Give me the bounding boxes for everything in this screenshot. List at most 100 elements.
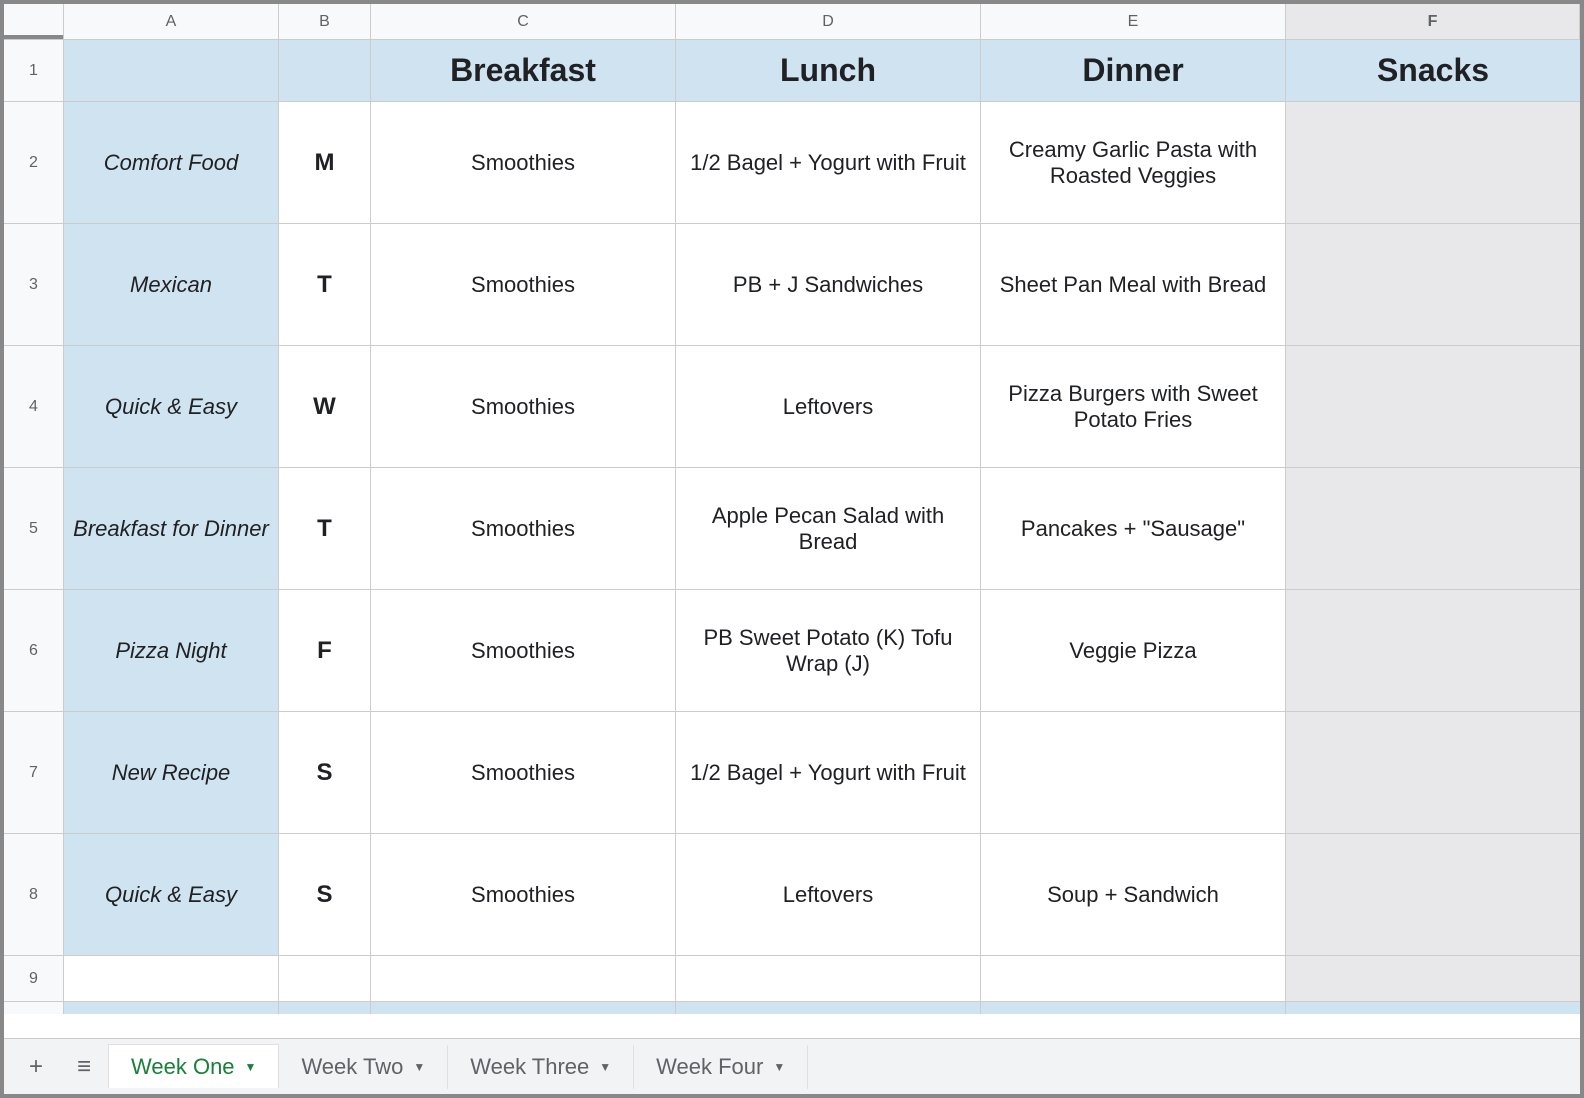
cell-F1[interactable]: Snacks: [1286, 40, 1580, 101]
tab-week-one[interactable]: Week One ▼: [108, 1044, 279, 1088]
cell-F9[interactable]: [1286, 956, 1580, 1001]
cell-A4[interactable]: Quick & Easy: [64, 346, 279, 467]
cell-A3[interactable]: Mexican: [64, 224, 279, 345]
chevron-down-icon: ▼: [245, 1060, 257, 1074]
tab-week-four[interactable]: Week Four ▼: [634, 1045, 808, 1089]
col-header-A[interactable]: A: [64, 4, 279, 39]
row-header-7[interactable]: 7: [4, 712, 64, 833]
cell-B5[interactable]: T: [279, 468, 371, 589]
cell-A5[interactable]: Breakfast for Dinner: [64, 468, 279, 589]
row-header-5[interactable]: 5: [4, 468, 64, 589]
cell-B9[interactable]: [279, 956, 371, 1001]
cell-D10[interactable]: [676, 1002, 981, 1014]
col-header-E[interactable]: E: [981, 4, 1286, 39]
cell-E10[interactable]: [981, 1002, 1286, 1014]
cell-C4[interactable]: Smoothies: [371, 346, 676, 467]
row-header-8[interactable]: 8: [4, 834, 64, 955]
cell-C6[interactable]: Smoothies: [371, 590, 676, 711]
cell-E2[interactable]: Creamy Garlic Pasta with Roasted Veggies: [981, 102, 1286, 223]
cell-B4[interactable]: W: [279, 346, 371, 467]
cell-B6[interactable]: F: [279, 590, 371, 711]
tab-week-three[interactable]: Week Three ▼: [448, 1045, 634, 1089]
row-header-2[interactable]: 2: [4, 102, 64, 223]
cell-D4[interactable]: Leftovers: [676, 346, 981, 467]
row-header-9[interactable]: 9: [4, 956, 64, 1001]
cell-E8[interactable]: Soup + Sandwich: [981, 834, 1286, 955]
cell-A8[interactable]: Quick & Easy: [64, 834, 279, 955]
cell-A7[interactable]: New Recipe: [64, 712, 279, 833]
cell-C5[interactable]: Smoothies: [371, 468, 676, 589]
cell-C10[interactable]: [371, 1002, 676, 1014]
cell-D6[interactable]: PB Sweet Potato (K) Tofu Wrap (J): [676, 590, 981, 711]
cell-E6[interactable]: Veggie Pizza: [981, 590, 1286, 711]
plus-icon: +: [29, 1053, 43, 1081]
cell-E5[interactable]: Pancakes + "Sausage": [981, 468, 1286, 589]
cell-B1[interactable]: [279, 40, 371, 101]
column-headers-row: A B C D E F: [4, 4, 1580, 40]
tab-label: Week Two: [301, 1054, 403, 1080]
cell-C2[interactable]: Smoothies: [371, 102, 676, 223]
cell-C9[interactable]: [371, 956, 676, 1001]
cell-F6[interactable]: [1286, 590, 1580, 711]
cell-D1[interactable]: Lunch: [676, 40, 981, 101]
cell-F5[interactable]: [1286, 468, 1580, 589]
chevron-down-icon: ▼: [599, 1060, 611, 1074]
row-header-6[interactable]: 6: [4, 590, 64, 711]
cell-C1[interactable]: Breakfast: [371, 40, 676, 101]
cell-A2[interactable]: Comfort Food: [64, 102, 279, 223]
table-row: [4, 1002, 1580, 1014]
cell-E3[interactable]: Sheet Pan Meal with Bread: [981, 224, 1286, 345]
cell-D8[interactable]: Leftovers: [676, 834, 981, 955]
table-row: 9: [4, 956, 1580, 1002]
cell-D9[interactable]: [676, 956, 981, 1001]
tab-week-two[interactable]: Week Two ▼: [279, 1045, 448, 1089]
cell-B8[interactable]: S: [279, 834, 371, 955]
cell-F4[interactable]: [1286, 346, 1580, 467]
cell-C8[interactable]: Smoothies: [371, 834, 676, 955]
row-header-1[interactable]: 1: [4, 40, 64, 101]
cell-D3[interactable]: PB + J Sandwiches: [676, 224, 981, 345]
cell-F8[interactable]: [1286, 834, 1580, 955]
cell-B10[interactable]: [279, 1002, 371, 1014]
tab-label: Week One: [131, 1054, 235, 1080]
cell-E9[interactable]: [981, 956, 1286, 1001]
cell-B3[interactable]: T: [279, 224, 371, 345]
table-row: 8 Quick & Easy S Smoothies Leftovers Sou…: [4, 834, 1580, 956]
cell-F7[interactable]: [1286, 712, 1580, 833]
row-header-4[interactable]: 4: [4, 346, 64, 467]
tab-label: Week Three: [470, 1054, 589, 1080]
cell-E1[interactable]: Dinner: [981, 40, 1286, 101]
row-header-10[interactable]: [4, 1002, 64, 1014]
chevron-down-icon: ▼: [773, 1060, 785, 1074]
spreadsheet: A B C D E F 1 Breakfast Lunch Dinner Sna…: [4, 4, 1580, 1034]
table-row: 1 Breakfast Lunch Dinner Snacks: [4, 40, 1580, 102]
table-row: 7 New Recipe S Smoothies 1/2 Bagel + Yog…: [4, 712, 1580, 834]
cell-D7[interactable]: 1/2 Bagel + Yogurt with Fruit: [676, 712, 981, 833]
row-header-3[interactable]: 3: [4, 224, 64, 345]
cell-A10[interactable]: [64, 1002, 279, 1014]
cell-A1[interactable]: [64, 40, 279, 101]
cell-F2[interactable]: [1286, 102, 1580, 223]
cell-D5[interactable]: Apple Pecan Salad with Bread: [676, 468, 981, 589]
all-sheets-button[interactable]: ≡: [60, 1043, 108, 1091]
cell-A6[interactable]: Pizza Night: [64, 590, 279, 711]
table-row: 5 Breakfast for Dinner T Smoothies Apple…: [4, 468, 1580, 590]
cell-D2[interactable]: 1/2 Bagel + Yogurt with Fruit: [676, 102, 981, 223]
col-header-B[interactable]: B: [279, 4, 371, 39]
tab-label: Week Four: [656, 1054, 763, 1080]
table-row: 6 Pizza Night F Smoothies PB Sweet Potat…: [4, 590, 1580, 712]
cell-E7[interactable]: [981, 712, 1286, 833]
cell-F10[interactable]: [1286, 1002, 1580, 1014]
cell-B7[interactable]: S: [279, 712, 371, 833]
cell-C3[interactable]: Smoothies: [371, 224, 676, 345]
cell-E4[interactable]: Pizza Burgers with Sweet Potato Fries: [981, 346, 1286, 467]
col-header-D[interactable]: D: [676, 4, 981, 39]
col-header-C[interactable]: C: [371, 4, 676, 39]
cell-B2[interactable]: M: [279, 102, 371, 223]
select-all-corner[interactable]: [4, 4, 64, 39]
cell-C7[interactable]: Smoothies: [371, 712, 676, 833]
cell-F3[interactable]: [1286, 224, 1580, 345]
col-header-F[interactable]: F: [1286, 4, 1580, 39]
cell-A9[interactable]: [64, 956, 279, 1001]
add-sheet-button[interactable]: +: [12, 1043, 60, 1091]
